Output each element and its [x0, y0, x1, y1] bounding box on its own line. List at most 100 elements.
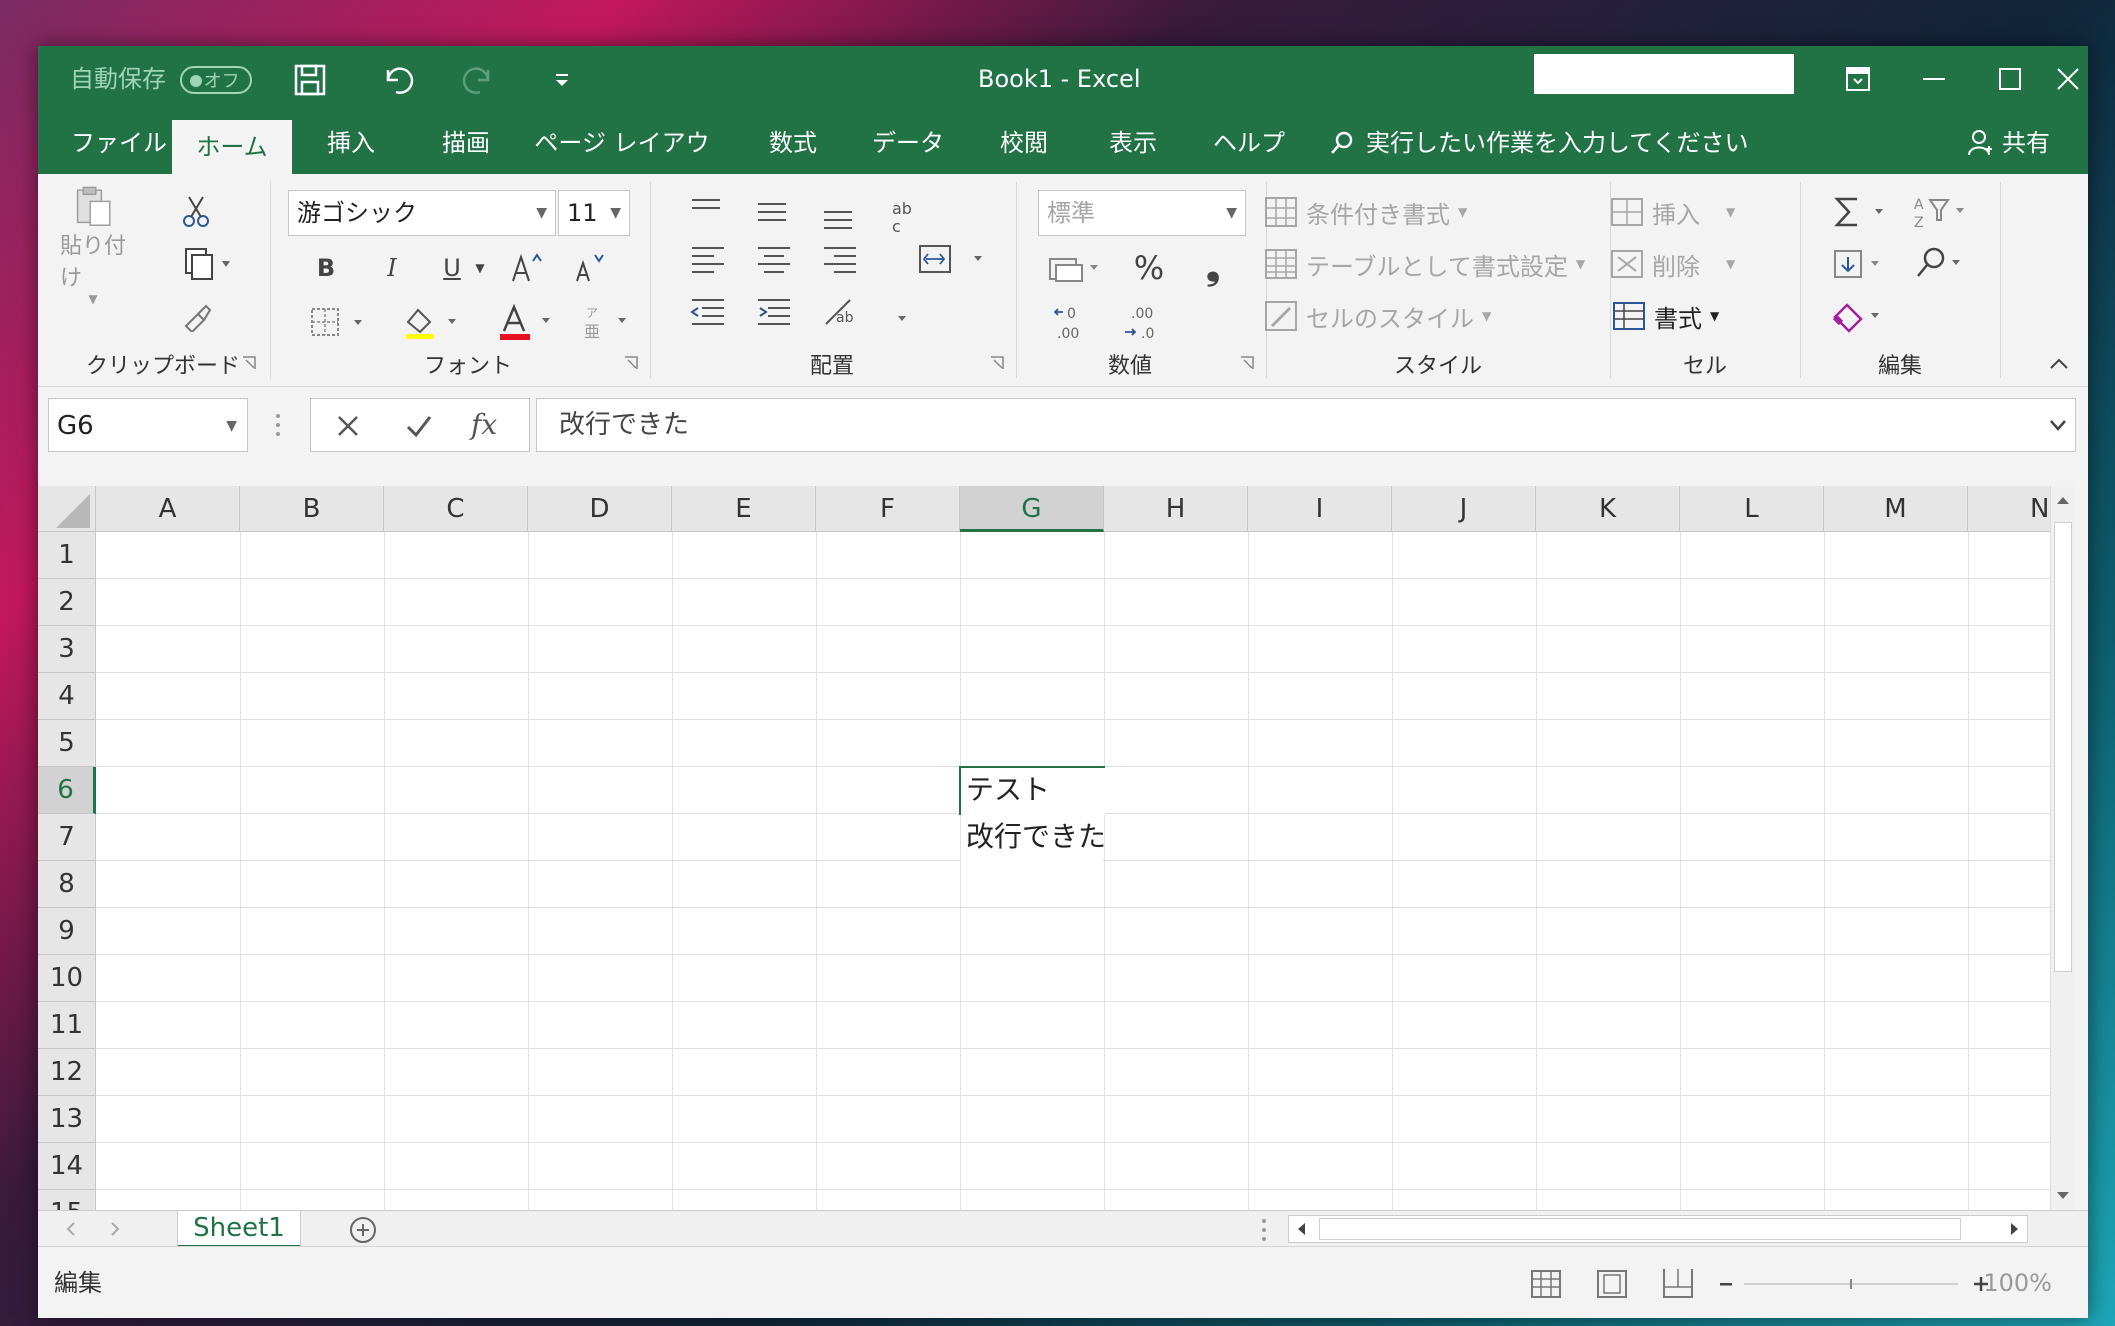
tab-home[interactable]: ホーム — [172, 120, 292, 174]
scroll-right-icon[interactable] — [2009, 1222, 2021, 1236]
column-header-n[interactable]: N — [1968, 486, 2050, 532]
title-search-box[interactable] — [1534, 54, 1794, 94]
format-cells-button[interactable]: 書式 ▼ — [1612, 296, 1719, 336]
minimize-icon[interactable] — [1896, 46, 1972, 112]
ribbon-display-options-icon[interactable] — [1820, 46, 1896, 112]
undo-icon[interactable] — [378, 60, 418, 100]
delete-cells-button[interactable]: 削除 ▼ — [1610, 244, 1735, 284]
font-name-select[interactable]: 游ゴシック ▼ — [288, 190, 556, 236]
cell-styles-button[interactable]: セルのスタイル ▼ — [1264, 296, 1491, 336]
maximize-icon[interactable] — [1972, 46, 2048, 112]
row-header-15[interactable]: 15 — [38, 1190, 96, 1210]
row-header-9[interactable]: 9 — [38, 908, 96, 955]
number-format-select[interactable]: 標準 ▼ — [1038, 190, 1246, 236]
clipboard-launcher-icon[interactable] — [242, 356, 256, 370]
find-select-icon[interactable] — [1910, 244, 1974, 284]
font-launcher-icon[interactable] — [624, 356, 638, 370]
row-header-5[interactable]: 5 — [38, 720, 96, 767]
scroll-left-icon[interactable] — [1295, 1222, 1307, 1236]
tab-help[interactable]: ヘルプ — [1204, 112, 1294, 174]
paste-button[interactable]: 貼り付け ▼ — [60, 186, 126, 306]
conditional-formatting-button[interactable]: 条件付き書式 ▼ — [1264, 192, 1467, 232]
chevron-down-icon[interactable]: ▼ — [226, 399, 237, 453]
sort-filter-icon[interactable]: AZ — [1910, 192, 1974, 232]
column-header-f[interactable]: F — [816, 486, 960, 532]
format-painter-icon[interactable] — [176, 296, 216, 336]
alignment-icons[interactable]: ab c ab — [674, 192, 1014, 352]
row-header-7[interactable]: 7 — [38, 814, 96, 861]
row-header-6[interactable]: 6 — [38, 767, 96, 814]
scroll-down-icon[interactable] — [2055, 1190, 2071, 1202]
zoom-level[interactable]: 100% — [1983, 1247, 2052, 1318]
increase-decimal-icon[interactable]: 0.00 — [1044, 300, 1104, 344]
worksheet-grid[interactable]: A B C D E F G H I J K L M N 1 2 3 4 5 6 … — [38, 486, 2050, 1210]
tab-formulas[interactable]: 数式 — [750, 112, 836, 174]
save-icon[interactable] — [290, 60, 330, 100]
decrease-decimal-icon[interactable]: .00.0 — [1114, 300, 1174, 344]
tab-data[interactable]: データ — [858, 112, 958, 174]
row-header-13[interactable]: 13 — [38, 1096, 96, 1143]
paste-dropdown-icon[interactable]: ▼ — [88, 292, 97, 306]
row-header-11[interactable]: 11 — [38, 1002, 96, 1049]
column-header-h[interactable]: H — [1104, 486, 1248, 532]
tell-me-box[interactable]: 実行したい作業を入力してください — [1328, 112, 1749, 174]
expand-formula-bar-icon[interactable] — [2047, 399, 2069, 469]
tab-file[interactable]: ファイル — [64, 112, 174, 174]
percent-button[interactable]: % — [1124, 246, 1174, 290]
tab-page-layout[interactable]: ページ レイアウト — [532, 112, 712, 219]
italic-button[interactable]: I — [372, 246, 412, 290]
autosum-icon[interactable] — [1828, 192, 1898, 232]
column-header-m[interactable]: M — [1824, 486, 1968, 532]
share-button[interactable]: 共有 — [1966, 112, 2050, 174]
page-break-preview-icon[interactable] — [1662, 1267, 1694, 1299]
underline-dropdown-icon[interactable]: ▼ — [470, 246, 490, 290]
column-header-c[interactable]: C — [384, 486, 528, 532]
column-header-a[interactable]: A — [96, 486, 240, 532]
tab-insert[interactable]: 挿入 — [306, 112, 396, 174]
autosave-switch[interactable]: オフ — [179, 66, 252, 94]
comma-style-icon[interactable]: ❟ — [1188, 246, 1238, 290]
column-header-e[interactable]: E — [672, 486, 816, 532]
tab-view[interactable]: 表示 — [1090, 112, 1176, 174]
font-color-icon[interactable] — [490, 300, 570, 344]
next-sheet-icon[interactable] — [108, 1221, 122, 1237]
accounting-format-icon[interactable] — [1044, 246, 1110, 290]
number-launcher-icon[interactable] — [1240, 356, 1254, 370]
row-header-10[interactable]: 10 — [38, 955, 96, 1002]
tab-draw[interactable]: 描画 — [416, 112, 516, 174]
column-header-l[interactable]: L — [1680, 486, 1824, 532]
alignment-launcher-icon[interactable] — [990, 356, 1004, 370]
clear-icon[interactable] — [1828, 296, 1898, 336]
page-layout-view-icon[interactable] — [1596, 1269, 1628, 1299]
cut-icon[interactable] — [176, 192, 216, 232]
phonetic-guide-icon[interactable]: ア亜 — [578, 300, 638, 344]
name-box[interactable]: G6 ▼ — [48, 398, 248, 452]
previous-sheet-icon[interactable] — [64, 1221, 78, 1237]
format-as-table-button[interactable]: テーブルとして書式設定 ▼ — [1264, 244, 1585, 284]
row-header-8[interactable]: 8 — [38, 861, 96, 908]
collapse-ribbon-icon[interactable] — [2044, 348, 2074, 378]
cancel-icon[interactable] — [335, 413, 361, 439]
normal-view-icon[interactable] — [1530, 1269, 1562, 1299]
bold-button[interactable]: B — [306, 246, 346, 290]
vertical-scroll-thumb[interactable] — [2054, 522, 2072, 972]
column-header-b[interactable]: B — [240, 486, 384, 532]
row-header-14[interactable]: 14 — [38, 1143, 96, 1190]
row-header-2[interactable]: 2 — [38, 579, 96, 626]
row-header-1[interactable]: 1 — [38, 532, 96, 579]
autosave-toggle[interactable]: 自動保存 オフ — [70, 46, 252, 112]
horizontal-scrollbar[interactable] — [1288, 1215, 2028, 1243]
customize-qat-icon[interactable] — [542, 60, 582, 100]
copy-icon[interactable] — [172, 244, 242, 284]
formula-input[interactable]: 改行できた — [536, 398, 2076, 452]
decrease-font-size-icon[interactable] — [564, 246, 614, 290]
fill-icon[interactable] — [1828, 244, 1898, 284]
formula-bar-grip-icon[interactable] — [274, 412, 282, 438]
close-icon[interactable] — [2048, 46, 2088, 112]
fill-color-icon[interactable] — [394, 300, 474, 344]
scroll-up-icon[interactable] — [2055, 494, 2071, 506]
insert-cells-button[interactable]: 挿入 ▼ — [1610, 192, 1735, 232]
select-all-button[interactable] — [38, 486, 96, 532]
row-header-4[interactable]: 4 — [38, 673, 96, 720]
column-header-k[interactable]: K — [1536, 486, 1680, 532]
